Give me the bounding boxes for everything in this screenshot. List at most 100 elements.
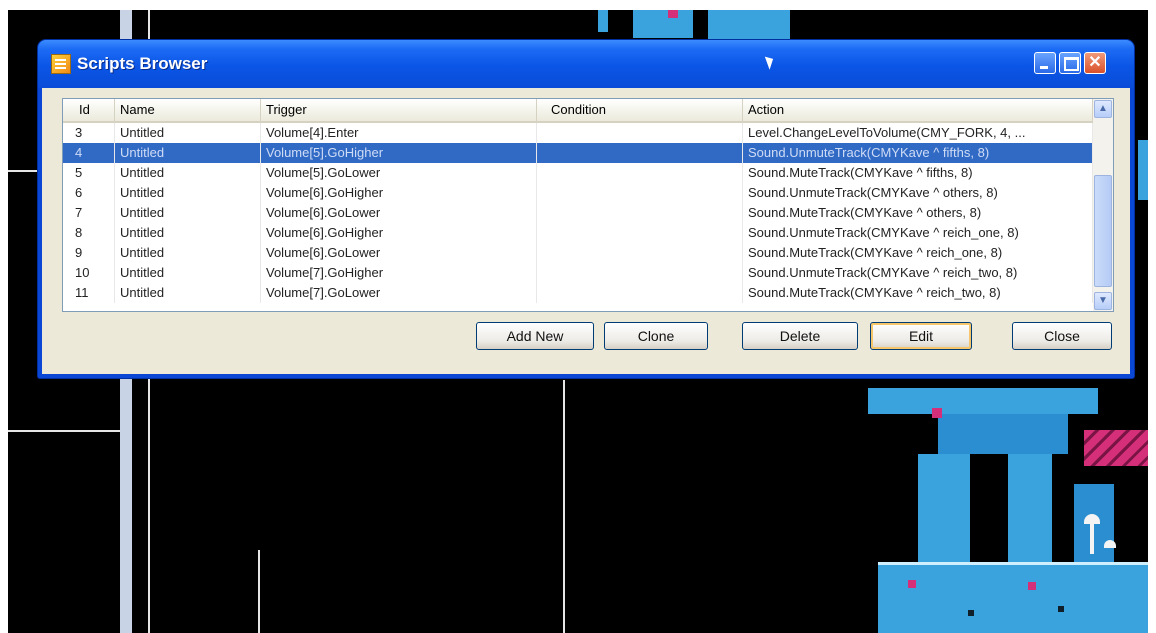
level-tile [708,10,790,42]
cell-condition [537,243,743,263]
cell-action: Sound.UnmuteTrack(CMYKave ^ fifths, 8) [743,143,1093,163]
cell-condition [537,143,743,163]
column-header-id[interactable]: Id [63,99,115,121]
cell-name: Untitled [115,283,261,303]
minimize-button[interactable] [1034,52,1056,74]
cell-action: Sound.UnmuteTrack(CMYKave ^ reich_two, 8… [743,263,1093,283]
cell-name: Untitled [115,263,261,283]
level-tile [938,414,1068,454]
scroll-down-icon[interactable]: ▼ [1094,292,1112,310]
cell-condition [537,263,743,283]
clone-button[interactable]: Clone [604,322,708,350]
cell-action: Sound.UnmuteTrack(CMYKave ^ others, 8) [743,183,1093,203]
column-header-name[interactable]: Name [115,99,261,121]
edit-button[interactable]: Edit [870,322,972,350]
cell-trigger: Volume[5].GoLower [261,163,537,183]
table-row[interactable]: 3 Untitled Volume[4].Enter Level.ChangeLeve… [63,123,1093,143]
table-row[interactable]: 4 Untitled Volume[5].GoHigher Sound.UnmuteT… [63,143,1093,163]
cell-id: 4 [63,143,115,163]
dialog-body: Id Name Trigger Condition Action 3 Untitl… [42,88,1130,374]
scripts-window-icon [51,54,71,74]
editor-line [563,380,565,633]
cell-id: 11 [63,283,115,303]
delete-button[interactable]: Delete [742,322,858,350]
cell-trigger: Volume[5].GoHigher [261,143,537,163]
table-row[interactable]: 10 Untitled Volume[7].GoHigher Sound.Unmute… [63,263,1093,283]
level-tile [598,10,608,32]
cell-name: Untitled [115,143,261,163]
cell-action: Level.ChangeLevelToVolume(CMY_FORK, 4, .… [743,123,1093,143]
cell-condition [537,203,743,223]
cell-id: 3 [63,123,115,143]
cell-trigger: Volume[4].Enter [261,123,537,143]
cell-condition [537,283,743,303]
window-title-bar[interactable]: Scripts Browser ✕ [38,40,1134,88]
cell-trigger: Volume[7].GoHigher [261,263,537,283]
cell-action: Sound.UnmuteTrack(CMYKave ^ reich_one, 8… [743,223,1093,243]
table-row[interactable]: 5 Untitled Volume[5].GoLower Sound.MuteTrac… [63,163,1093,183]
level-tile-pink [668,10,678,18]
level-floor-edge [878,562,1148,565]
cell-action: Sound.MuteTrack(CMYKave ^ others, 8) [743,203,1093,223]
column-header-trigger[interactable]: Trigger [261,99,537,121]
cell-name: Untitled [115,243,261,263]
level-tile [868,388,1098,414]
vertical-scrollbar[interactable]: ▲ ▼ [1093,99,1113,311]
level-tile-pink [908,580,916,588]
cell-condition [537,223,743,243]
level-tile [1138,140,1148,200]
level-mushroom [1084,514,1100,524]
cell-id: 8 [63,223,115,243]
level-tile [918,454,970,564]
cell-trigger: Volume[6].GoLower [261,243,537,263]
cell-name: Untitled [115,123,261,143]
level-mushroom [1090,524,1094,554]
level-mushroom [1104,540,1116,548]
level-tile-pink [932,408,942,418]
table-row[interactable]: 8 Untitled Volume[6].GoHigher Sound.UnmuteT… [63,223,1093,243]
scripts-table[interactable]: Id Name Trigger Condition Action 3 Untitl… [62,98,1114,312]
table-header: Id Name Trigger Condition Action [63,99,1093,123]
cell-name: Untitled [115,183,261,203]
table-row[interactable]: 9 Untitled Volume[6].GoLower Sound.MuteTrac… [63,243,1093,263]
cell-condition [537,183,743,203]
level-tile [878,564,1148,633]
level-tile [633,10,693,38]
cell-action: Sound.MuteTrack(CMYKave ^ reich_two, 8) [743,283,1093,303]
close-button[interactable]: Close [1012,322,1112,350]
cell-condition [537,163,743,183]
level-tile-pink [1028,582,1036,590]
cell-condition [537,123,743,143]
level-tile-pink [1084,430,1148,466]
cell-id: 10 [63,263,115,283]
cell-action: Sound.MuteTrack(CMYKave ^ reich_one, 8) [743,243,1093,263]
window-close-button[interactable]: ✕ [1084,52,1106,74]
cell-trigger: Volume[6].GoHigher [261,223,537,243]
scrollbar-thumb[interactable] [1094,175,1112,287]
window-title: Scripts Browser [77,54,208,73]
table-row[interactable]: 6 Untitled Volume[6].GoHigher Sound.UnmuteT… [63,183,1093,203]
column-header-condition[interactable]: Condition [537,99,743,121]
editor-line [8,430,120,432]
cell-name: Untitled [115,223,261,243]
cell-action: Sound.MuteTrack(CMYKave ^ fifths, 8) [743,163,1093,183]
table-row[interactable]: 11 Untitled Volume[7].GoLower Sound.MuteTra… [63,283,1093,303]
close-icon: ✕ [1088,54,1102,71]
cell-name: Untitled [115,203,261,223]
mouse-cursor-icon [764,54,777,70]
cell-id: 6 [63,183,115,203]
cell-id: 7 [63,203,115,223]
maximize-button[interactable] [1059,52,1081,74]
cell-name: Untitled [115,163,261,183]
scripts-browser-window: Scripts Browser ✕ Id Name Trigger Condit… [38,40,1134,378]
cell-id: 5 [63,163,115,183]
cell-trigger: Volume[6].GoLower [261,203,537,223]
column-header-action[interactable]: Action [743,99,1093,121]
level-tile [1008,454,1052,564]
add-new-button[interactable]: Add New [476,322,594,350]
cell-trigger: Volume[7].GoLower [261,283,537,303]
cell-trigger: Volume[6].GoHigher [261,183,537,203]
table-row[interactable]: 7 Untitled Volume[6].GoLower Sound.MuteTrac… [63,203,1093,223]
level-tile-detail [968,610,974,616]
scroll-up-icon[interactable]: ▲ [1094,100,1112,118]
